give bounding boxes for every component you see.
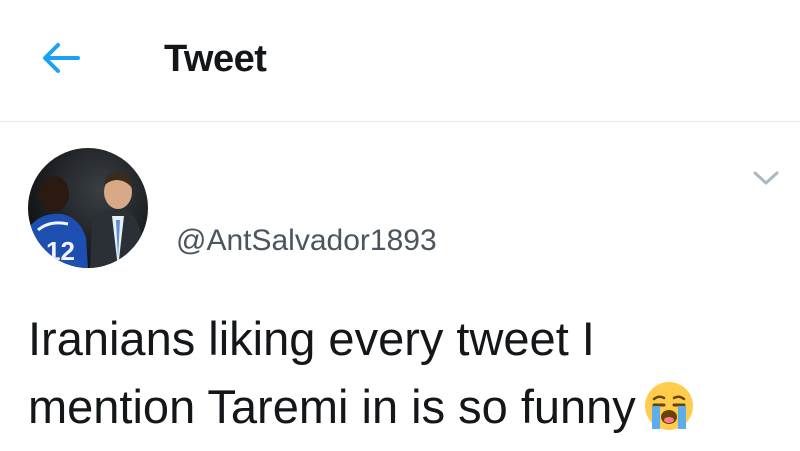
tweet-text: Iranians liking every tweet I mention Ta… (28, 312, 636, 433)
back-button[interactable] (38, 40, 84, 80)
avatar[interactable]: 12 (28, 148, 148, 268)
tweet-menu-button[interactable] (748, 165, 784, 195)
svg-text:12: 12 (46, 236, 75, 266)
user-handle[interactable]: @AntSalvador1893 (176, 224, 437, 258)
arrow-left-icon (40, 41, 82, 80)
chevron-down-icon (752, 169, 780, 192)
page-title: Tweet (164, 38, 267, 80)
loudly-crying-face-icon (642, 379, 696, 451)
top-bar: Tweet (0, 0, 800, 122)
tweet-body: Iranians liking every tweet I mention Ta… (28, 305, 768, 451)
